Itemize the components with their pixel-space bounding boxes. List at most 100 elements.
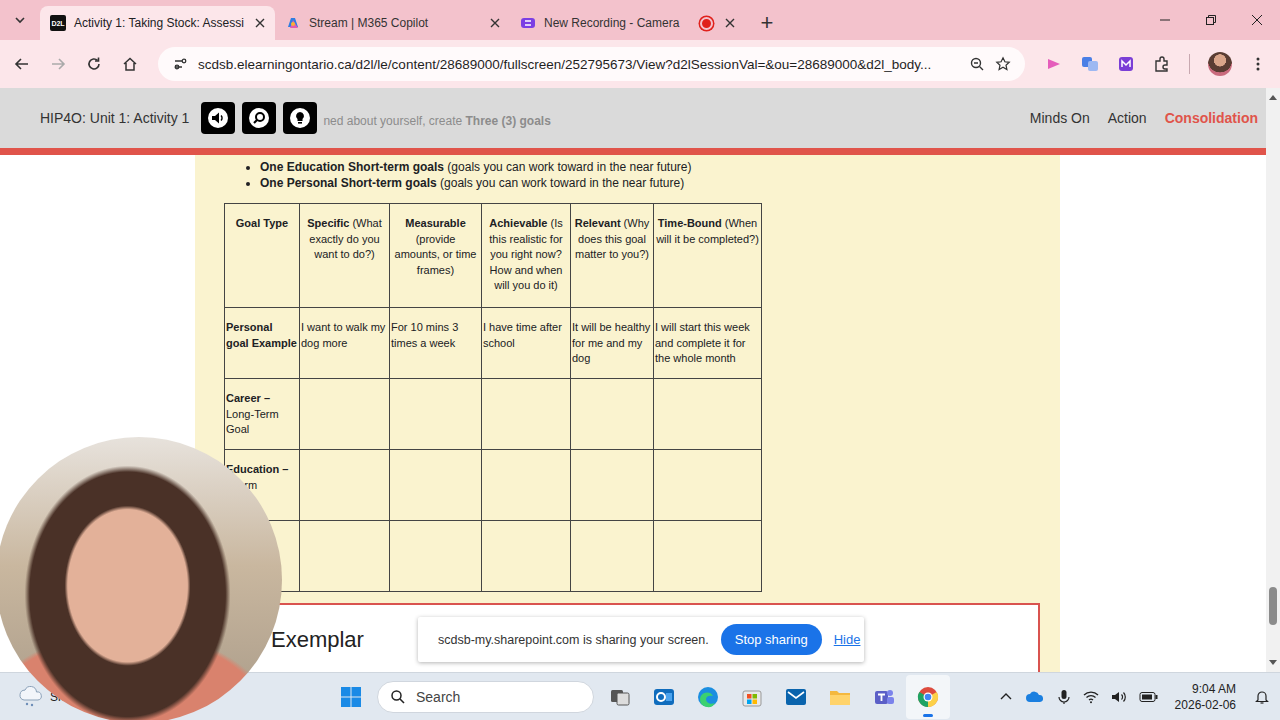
hide-link[interactable]: Hide: [834, 632, 861, 647]
read-aloud-button[interactable]: [201, 102, 235, 134]
store-icon: [740, 685, 764, 709]
chevron-down-icon: [14, 14, 26, 26]
task-view-icon: [608, 685, 632, 709]
progress-bar: [0, 148, 1266, 155]
stop-sharing-button[interactable]: Stop sharing: [721, 624, 822, 655]
table-cell[interactable]: [390, 450, 482, 521]
taskbar-app[interactable]: [818, 675, 862, 719]
table-cell[interactable]: [300, 379, 390, 450]
speaker-icon: [207, 107, 229, 129]
d2l-favicon-icon: D2L: [50, 15, 66, 31]
section-nav-link[interactable]: Consolidation: [1165, 110, 1258, 126]
table-cell[interactable]: [482, 450, 571, 521]
hint-button[interactable]: [283, 102, 317, 134]
goal-list: One Education Short-term goals (goals yo…: [195, 159, 1060, 191]
table-cell[interactable]: For 10 mins 3 times a week: [390, 308, 482, 379]
wifi-icon[interactable]: [1083, 690, 1099, 704]
extensions-puzzle-icon[interactable]: [1153, 55, 1171, 73]
forward-button[interactable]: [42, 48, 74, 80]
restore-button[interactable]: [1188, 0, 1234, 40]
new-tab-button[interactable]: +: [753, 9, 781, 37]
site-info-icon[interactable]: [172, 56, 188, 72]
table-cell[interactable]: I want to walk my dog more: [300, 308, 390, 379]
scroll-down-icon[interactable]: [1269, 660, 1277, 666]
browser-tab[interactable]: D2LActivity 1: Taking Stock: Assessi: [40, 6, 275, 40]
scrollbar[interactable]: [1266, 88, 1280, 672]
table-cell[interactable]: [482, 521, 571, 592]
start-button[interactable]: [331, 677, 371, 717]
microphone-icon[interactable]: [1057, 689, 1071, 705]
close-window-button[interactable]: [1234, 0, 1280, 40]
faded-instruction: ned about yourself, create Three (3) goa…: [323, 114, 550, 128]
search-icon: [390, 689, 406, 705]
extension-icon[interactable]: [1117, 55, 1135, 73]
screen: D2LActivity 1: Taking Stock: AssessiStre…: [0, 0, 1280, 720]
table-cell[interactable]: [482, 379, 571, 450]
notification-bell-icon[interactable]: [1254, 689, 1270, 705]
reload-button[interactable]: [78, 48, 110, 80]
taskbar-app[interactable]: [642, 675, 686, 719]
search-placeholder: Search: [416, 689, 460, 705]
minimize-icon: [1159, 14, 1171, 26]
teams-icon: [872, 685, 896, 709]
table-cell[interactable]: [390, 521, 482, 592]
taskbar-search[interactable]: Search: [377, 681, 594, 713]
section-nav-link[interactable]: Action: [1108, 110, 1147, 126]
taskbar-app[interactable]: [598, 675, 642, 719]
extension-icon[interactable]: [1045, 55, 1063, 73]
battery-icon[interactable]: [1139, 691, 1159, 703]
browser-tab[interactable]: Stream | M365 Copilot: [275, 6, 510, 40]
home-button[interactable]: [114, 48, 146, 80]
menu-dots-icon[interactable]: [1250, 56, 1266, 72]
snow-cloud-icon: [18, 686, 44, 708]
goal-list-item: One Education Short-term goals (goals yo…: [260, 159, 1060, 175]
table-cell[interactable]: I will start this week and complete it f…: [654, 308, 762, 379]
table-cell[interactable]: [300, 450, 390, 521]
close-icon: [1251, 14, 1263, 26]
close-icon[interactable]: [725, 18, 735, 28]
content-panel: One Education Short-term goals (goals yo…: [195, 155, 1060, 672]
taskbar-app[interactable]: [730, 675, 774, 719]
volume-icon[interactable]: [1111, 690, 1127, 704]
table-cell[interactable]: [654, 450, 762, 521]
translate-extension-icon[interactable]: [1081, 55, 1099, 73]
browser-tab[interactable]: New Recording - Camera: [510, 6, 745, 40]
table-cell[interactable]: I have time after school: [482, 308, 571, 379]
table-cell[interactable]: [300, 521, 390, 592]
section-nav-link[interactable]: Minds On: [1030, 110, 1090, 126]
outlook-new-icon: [652, 685, 676, 709]
scroll-thumb[interactable]: [1269, 587, 1277, 626]
clock[interactable]: 9:04 AM2026-02-06: [1175, 681, 1236, 713]
taskbar-app[interactable]: [686, 675, 730, 719]
table-cell[interactable]: [571, 450, 654, 521]
table-cell[interactable]: [571, 521, 654, 592]
back-button[interactable]: [6, 48, 38, 80]
profile-avatar-icon[interactable]: [1208, 52, 1232, 76]
zoom-icon[interactable]: [969, 56, 985, 72]
tab-search-button[interactable]: [4, 4, 36, 36]
url-text: scdsb.elearningontario.ca/d2l/le/content…: [198, 57, 931, 72]
bookmark-star-icon[interactable]: [995, 56, 1011, 72]
toolbar: scdsb.elearningontario.ca/d2l/le/content…: [0, 40, 1280, 88]
activity-header: HIP4O: Unit 1: Activity 1ned about yours…: [0, 88, 1266, 148]
table-cell[interactable]: [571, 379, 654, 450]
minimize-button[interactable]: [1142, 0, 1188, 40]
taskbar-app[interactable]: [862, 675, 906, 719]
table-header-row: Goal TypeSpecific (What exactly do you w…: [225, 204, 762, 308]
taskbar-app[interactable]: [906, 675, 950, 719]
table-cell[interactable]: [654, 521, 762, 592]
close-icon[interactable]: [255, 18, 265, 28]
taskbar-app[interactable]: [774, 675, 818, 719]
column-header: Specific (What exactly do you want to do…: [300, 204, 390, 308]
column-header: Goal Type: [225, 204, 300, 308]
close-icon[interactable]: [490, 18, 500, 28]
chevron-up-icon[interactable]: [999, 690, 1013, 704]
table-cell[interactable]: [390, 379, 482, 450]
table-row: [225, 521, 762, 592]
scroll-up-icon[interactable]: [1269, 94, 1277, 100]
onedrive-cloud-icon[interactable]: [1025, 690, 1045, 704]
table-cell[interactable]: It will be healthy for me and my dog: [571, 308, 654, 379]
search-tool-button[interactable]: [242, 102, 276, 134]
table-cell[interactable]: [654, 379, 762, 450]
address-bar[interactable]: scdsb.elearningontario.ca/d2l/le/content…: [158, 47, 1025, 81]
